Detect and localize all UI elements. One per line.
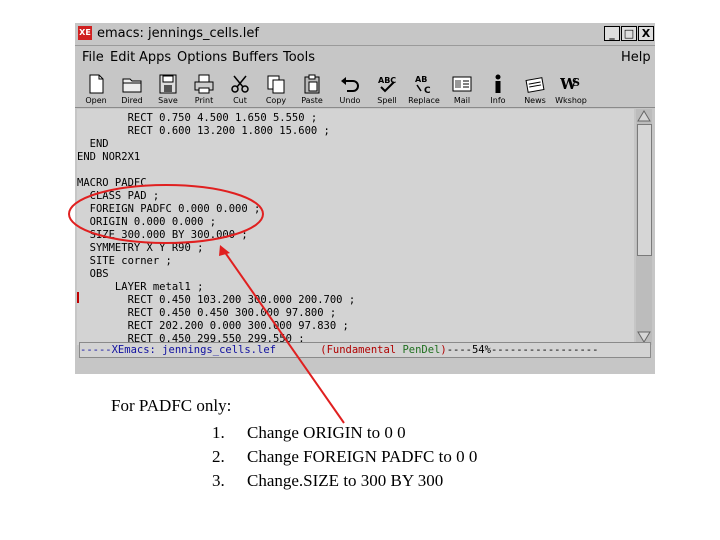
print-button[interactable]: Print (186, 73, 222, 107)
svg-text:AB: AB (415, 75, 427, 84)
svg-text:C: C (424, 86, 431, 95)
printer-icon (194, 74, 214, 94)
vertical-scrollbar[interactable] (636, 109, 652, 345)
open-label: Open (85, 96, 107, 105)
instruction-text-2: Change FOREIGN PADFC to 0 0 (247, 447, 478, 466)
toolbar: Open Dired Save Print Cut Copy Paste Und… (75, 71, 655, 108)
paste-button[interactable]: Paste (294, 73, 330, 107)
scissors-icon (231, 75, 249, 93)
modeline-position: ----54%----------------- (446, 344, 599, 356)
copy-button[interactable]: Copy (258, 73, 294, 107)
code-line: SIZE 300.000 BY 300.000 ; (77, 229, 248, 241)
menu-bar: File Edit Apps Options Buffers Tools Hel… (75, 47, 655, 69)
text-cursor (77, 292, 79, 303)
editor-buffer[interactable]: RECT 0.750 4.500 1.650 5.550 ; RECT 0.60… (77, 109, 634, 345)
floppy-disk-icon (159, 74, 177, 94)
clipboard-paste-icon (304, 74, 320, 94)
info-button[interactable]: Info (480, 73, 516, 107)
print-label: Print (194, 96, 214, 105)
save-button[interactable]: Save (150, 73, 186, 107)
wkshop-button[interactable]: WS Wkshop (553, 73, 589, 107)
dired-button[interactable]: Dired (114, 73, 150, 107)
maximize-button[interactable]: □ (621, 26, 637, 41)
modeline-major-mode: (Fundamental (320, 344, 403, 356)
undo-arrow-icon (341, 77, 359, 92)
window-title: emacs: jennings_cells.lef (97, 26, 259, 41)
code-line: RECT 0.600 13.200 1.800 15.600 ; (77, 125, 330, 137)
info-label: Info (490, 96, 506, 105)
paste-label: Paste (301, 96, 323, 105)
code-line: OBS (77, 268, 109, 280)
replace-button[interactable]: AB C Replace (406, 73, 442, 107)
copy-icon (267, 75, 285, 94)
save-label: Save (158, 96, 178, 105)
code-line: CLASS PAD ; (77, 190, 160, 202)
code-line: END NOR2X1 (77, 151, 141, 163)
instruction-number-1: 1. (212, 423, 225, 442)
instruction-number-3: 3. (212, 471, 225, 490)
scroll-up-arrow-icon[interactable] (637, 110, 651, 122)
menu-apps[interactable]: Apps (139, 50, 171, 65)
spell-check-icon: ABC (378, 76, 396, 93)
instructions-heading: For PADFC only: (111, 396, 232, 415)
open-file-icon (89, 74, 104, 94)
emacs-window: XE emacs: jennings_cells.lef _ □ X File … (75, 23, 655, 374)
cut-label: Cut (233, 96, 247, 105)
modeline-minor-mode: PenDel (402, 344, 441, 356)
instruction-text-3: Change.SIZE to 300 BY 300 (247, 471, 444, 490)
code-line: SYMMETRY X Y R90 ; (77, 242, 204, 254)
scrollbar-thumb[interactable] (637, 124, 652, 256)
open-button[interactable]: Open (78, 73, 114, 107)
mail-label: Mail (453, 96, 471, 105)
modeline-prefix: ----- (80, 344, 112, 356)
mail-button[interactable]: Mail (444, 73, 480, 107)
menu-options[interactable]: Options (177, 50, 227, 65)
code-line: ORIGIN 0.000 0.000 ; (77, 216, 217, 228)
info-icon (495, 74, 501, 93)
close-button[interactable]: X (638, 26, 654, 41)
menu-edit[interactable]: Edit (110, 50, 135, 65)
code-line: RECT 0.450 0.450 300.000 97.800 ; (77, 307, 337, 319)
dired-label: Dired (121, 96, 143, 105)
workshop-logo-icon: WS (560, 75, 580, 93)
spell-label: Spell (377, 96, 397, 105)
menu-file[interactable]: File (82, 50, 104, 65)
code-line: MACRO PADFC (77, 177, 147, 189)
code-line: LAYER metal1 ; (77, 281, 204, 293)
modeline-buffer-name: XEmacs: jennings_cells.lef (111, 344, 276, 356)
news-button[interactable]: News (517, 73, 553, 107)
replace-label: Replace (408, 96, 440, 105)
cut-button[interactable]: Cut (222, 73, 258, 107)
mode-line: -----XEmacs: jennings_cells.lef (Fundame… (79, 342, 651, 358)
undo-label: Undo (339, 96, 361, 105)
instruction-text-1: Change ORIGIN to 0 0 (247, 423, 406, 442)
modeline-gap (276, 344, 320, 356)
code-line: RECT 0.450 103.200 300.000 200.700 ; (77, 294, 356, 306)
mail-icon (452, 76, 472, 92)
wkshop-label: Wkshop (555, 96, 587, 105)
spell-button[interactable]: ABC Spell (369, 73, 405, 107)
svg-text:S: S (572, 76, 580, 89)
title-bar: XE emacs: jennings_cells.lef _ □ X (75, 23, 655, 46)
menu-tools[interactable]: Tools (283, 50, 315, 65)
menu-help[interactable]: Help (621, 50, 651, 65)
news-label: News (524, 96, 546, 105)
copy-label: Copy (265, 96, 287, 105)
code-line: RECT 202.200 0.000 300.000 97.830 ; (77, 320, 349, 332)
menu-buffers[interactable]: Buffers (232, 50, 278, 65)
newspaper-icon (525, 77, 545, 93)
code-line: SITE corner ; (77, 255, 172, 267)
instruction-number-2: 2. (212, 447, 225, 466)
replace-icon: AB C (415, 75, 431, 95)
undo-button[interactable]: Undo (332, 73, 368, 107)
code-line: RECT 0.750 4.500 1.650 5.550 ; (77, 112, 318, 124)
xemacs-app-icon[interactable]: XE (78, 26, 92, 40)
code-line: FOREIGN PADFC 0.000 0.000 ; (77, 203, 261, 215)
minimize-button[interactable]: _ (604, 26, 620, 41)
folder-icon (122, 78, 142, 93)
code-line: END (77, 138, 109, 150)
